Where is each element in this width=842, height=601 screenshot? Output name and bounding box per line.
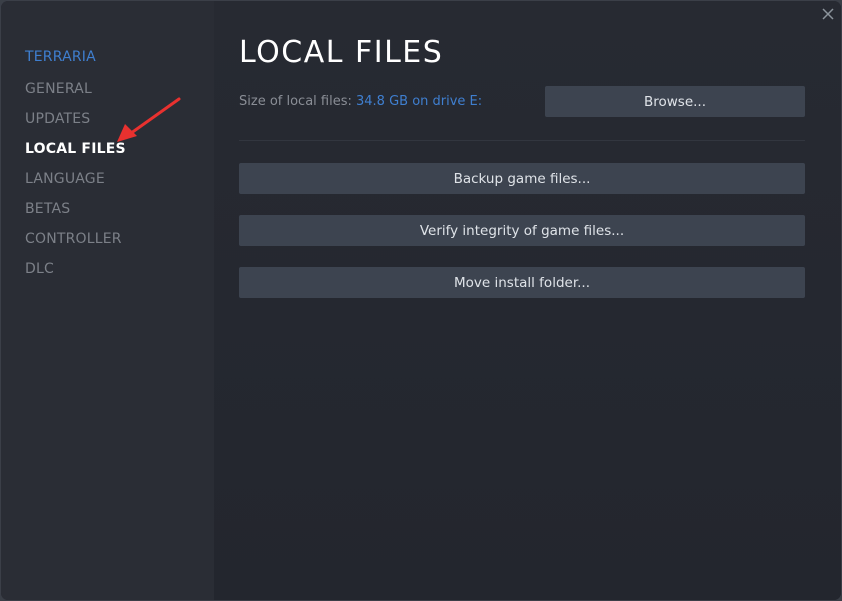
close-icon[interactable] (819, 5, 837, 23)
main-panel: LOCAL FILES Size of local files: 34.8 GB… (214, 1, 841, 600)
sidebar-item-betas[interactable]: BETAS (25, 201, 70, 217)
sidebar: TERRARIA GENERAL UPDATES LOCAL FILES LAN… (1, 1, 214, 600)
sidebar-item-dlc[interactable]: DLC (25, 261, 54, 277)
page-title: LOCAL FILES (239, 35, 444, 70)
sidebar-item-updates[interactable]: UPDATES (25, 111, 90, 127)
sidebar-game-title: TERRARIA (25, 49, 96, 65)
browse-button[interactable]: Browse... (545, 86, 805, 117)
move-install-folder-button[interactable]: Move install folder... (239, 267, 805, 298)
divider (239, 140, 805, 141)
local-files-size: Size of local files: 34.8 GB on drive E: (239, 94, 482, 109)
sidebar-item-local-files[interactable]: LOCAL FILES (25, 141, 126, 157)
verify-integrity-button[interactable]: Verify integrity of game files... (239, 215, 805, 246)
size-value: 34.8 GB on drive E: (356, 94, 483, 109)
properties-window: TERRARIA GENERAL UPDATES LOCAL FILES LAN… (0, 0, 842, 601)
sidebar-item-controller[interactable]: CONTROLLER (25, 231, 122, 247)
red-arrow-icon (117, 97, 181, 142)
size-label: Size of local files: (239, 94, 352, 109)
backup-game-files-button[interactable]: Backup game files... (239, 163, 805, 194)
sidebar-item-general[interactable]: GENERAL (25, 81, 92, 97)
sidebar-item-language[interactable]: LANGUAGE (25, 171, 105, 187)
